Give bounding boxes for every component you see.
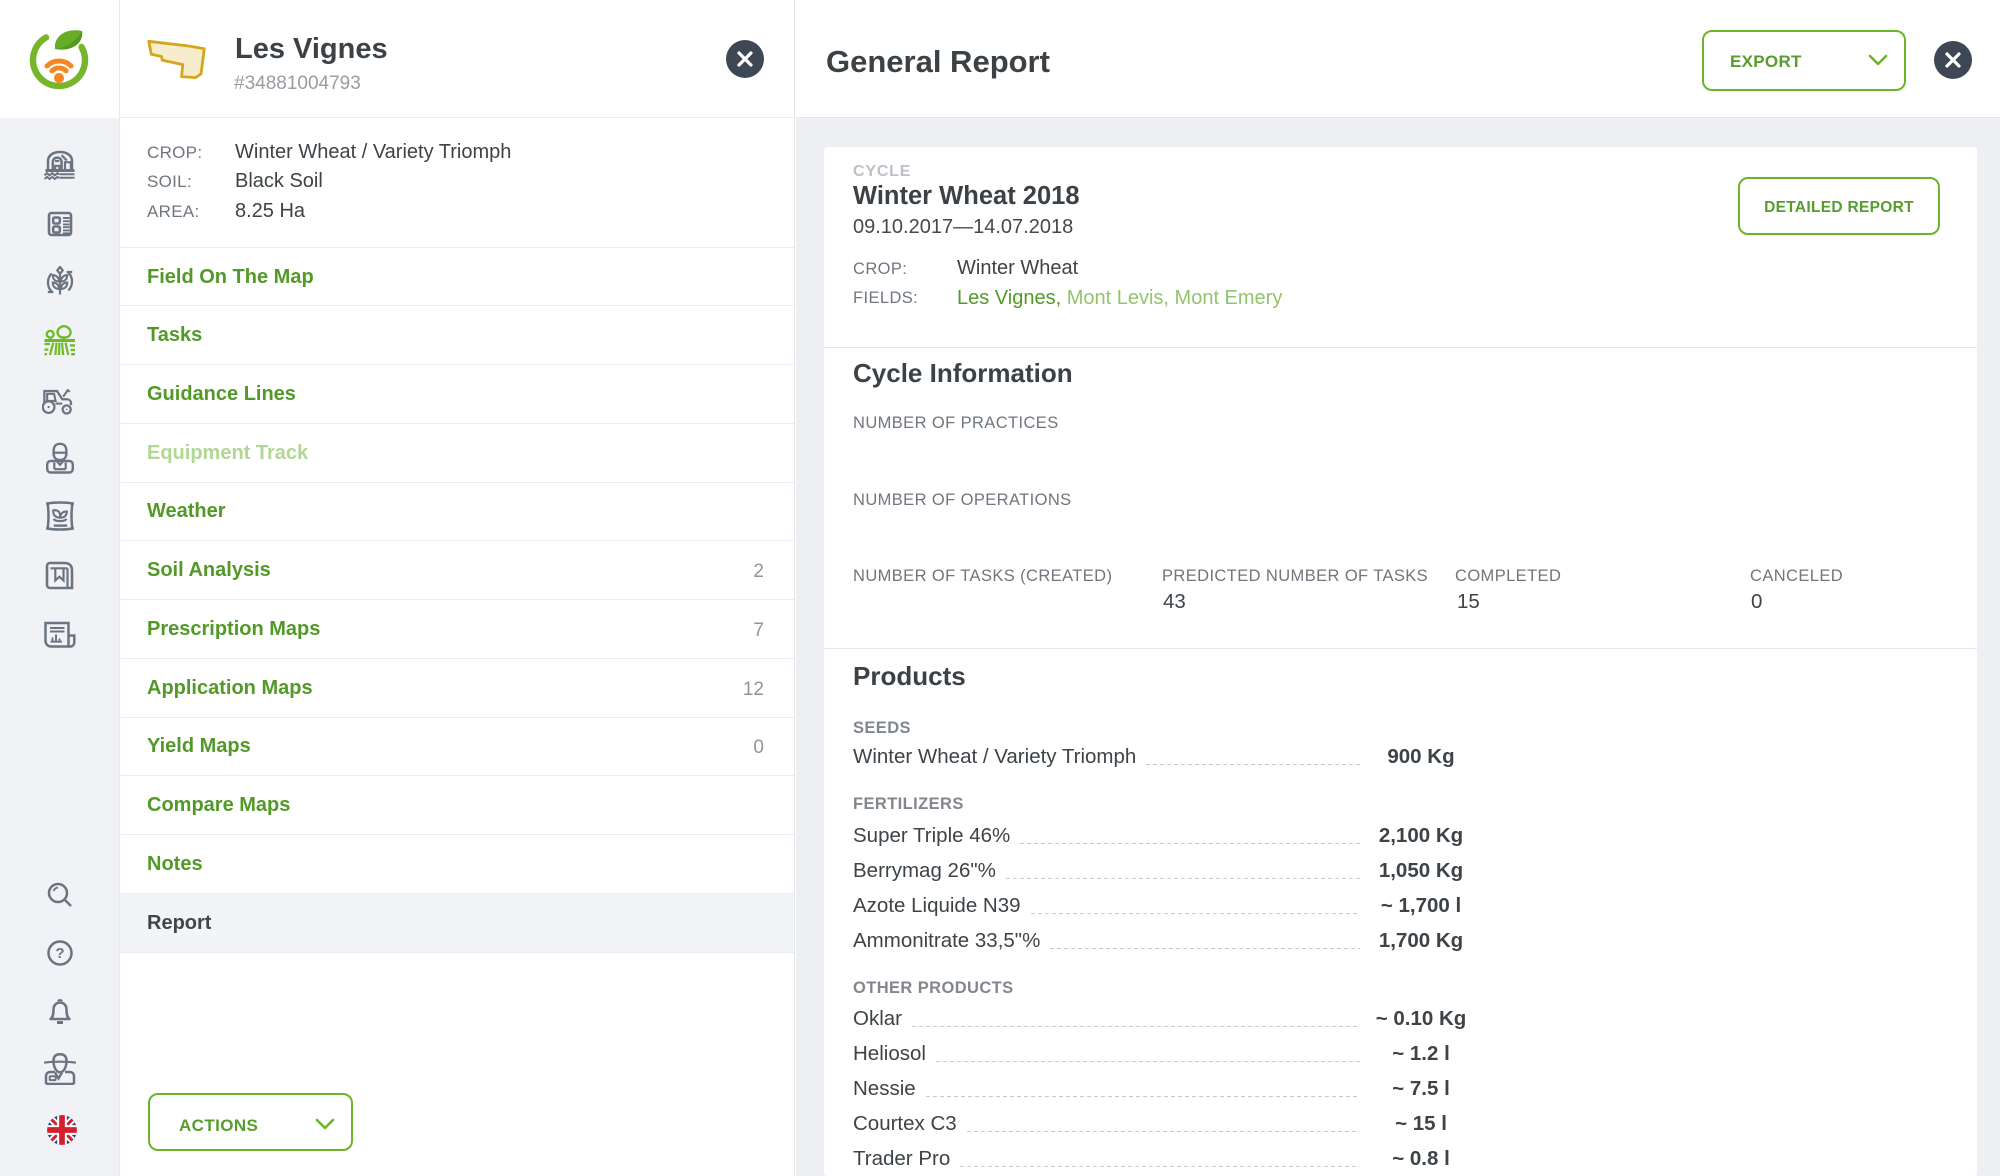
- svg-text:?: ?: [55, 945, 64, 962]
